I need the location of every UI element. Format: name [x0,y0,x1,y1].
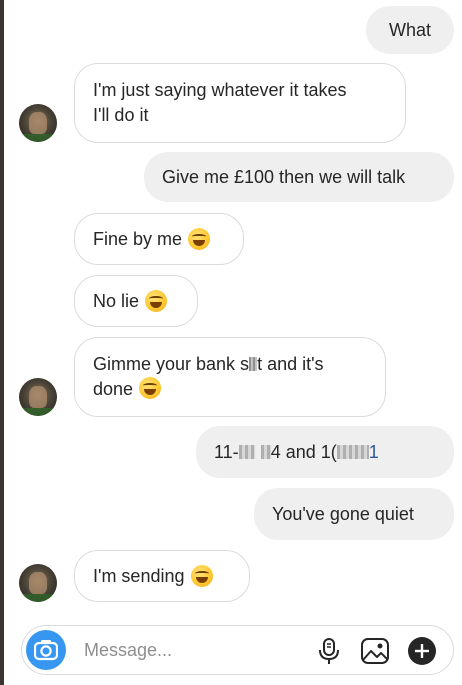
message-text: I'm just saying whatever it takes I'll d… [93,80,347,125]
tears-of-joy-emoji-icon [188,228,211,250]
camera-button[interactable] [26,630,66,670]
message-text: You've gone quiet [272,503,414,524]
message-input[interactable]: Message... [84,639,172,661]
censored-text [238,444,255,459]
tears-of-joy-emoji-icon [145,290,168,312]
sender-avatar[interactable] [19,104,57,142]
outgoing-message[interactable]: What [366,6,454,54]
incoming-message[interactable]: Gimme your bank st and it's done [74,337,386,417]
incoming-message[interactable]: I'm sending [74,550,250,602]
censored-text [249,357,258,371]
incoming-message[interactable]: I'm just saying whatever it takes I'll d… [74,63,406,143]
tears-of-joy-emoji-icon [190,565,213,587]
message-text: No lie [93,290,140,311]
window-edge [0,0,4,685]
message-text: I'm sending [93,565,185,586]
outgoing-message[interactable]: 11- 4 and 1(1 [196,426,454,478]
message-composer[interactable]: Message... [21,625,454,675]
message-text: Fine by me [93,228,183,249]
tears-of-joy-emoji-icon [139,377,162,399]
message-text: 11- 4 and 1(1 [214,441,379,462]
image-gallery-icon[interactable] [360,636,390,666]
censored-text [336,444,369,459]
message-text: What [388,19,431,40]
microphone-icon[interactable] [314,636,344,666]
incoming-message[interactable]: Fine by me [74,213,244,265]
outgoing-message[interactable]: You've gone quiet [254,488,454,540]
message-text: Gimme your bank st and it's done [93,354,324,399]
incoming-message[interactable]: No lie [74,275,198,327]
sender-avatar[interactable] [19,378,57,416]
message-text: Give me £100 then we will talk [162,166,406,187]
sender-avatar[interactable] [19,564,57,602]
censored-digit: 1 [368,441,379,462]
add-icon[interactable] [408,637,436,665]
camera-icon [34,640,58,661]
outgoing-message[interactable]: Give me £100 then we will talk [144,152,454,202]
censored-text [260,444,271,459]
